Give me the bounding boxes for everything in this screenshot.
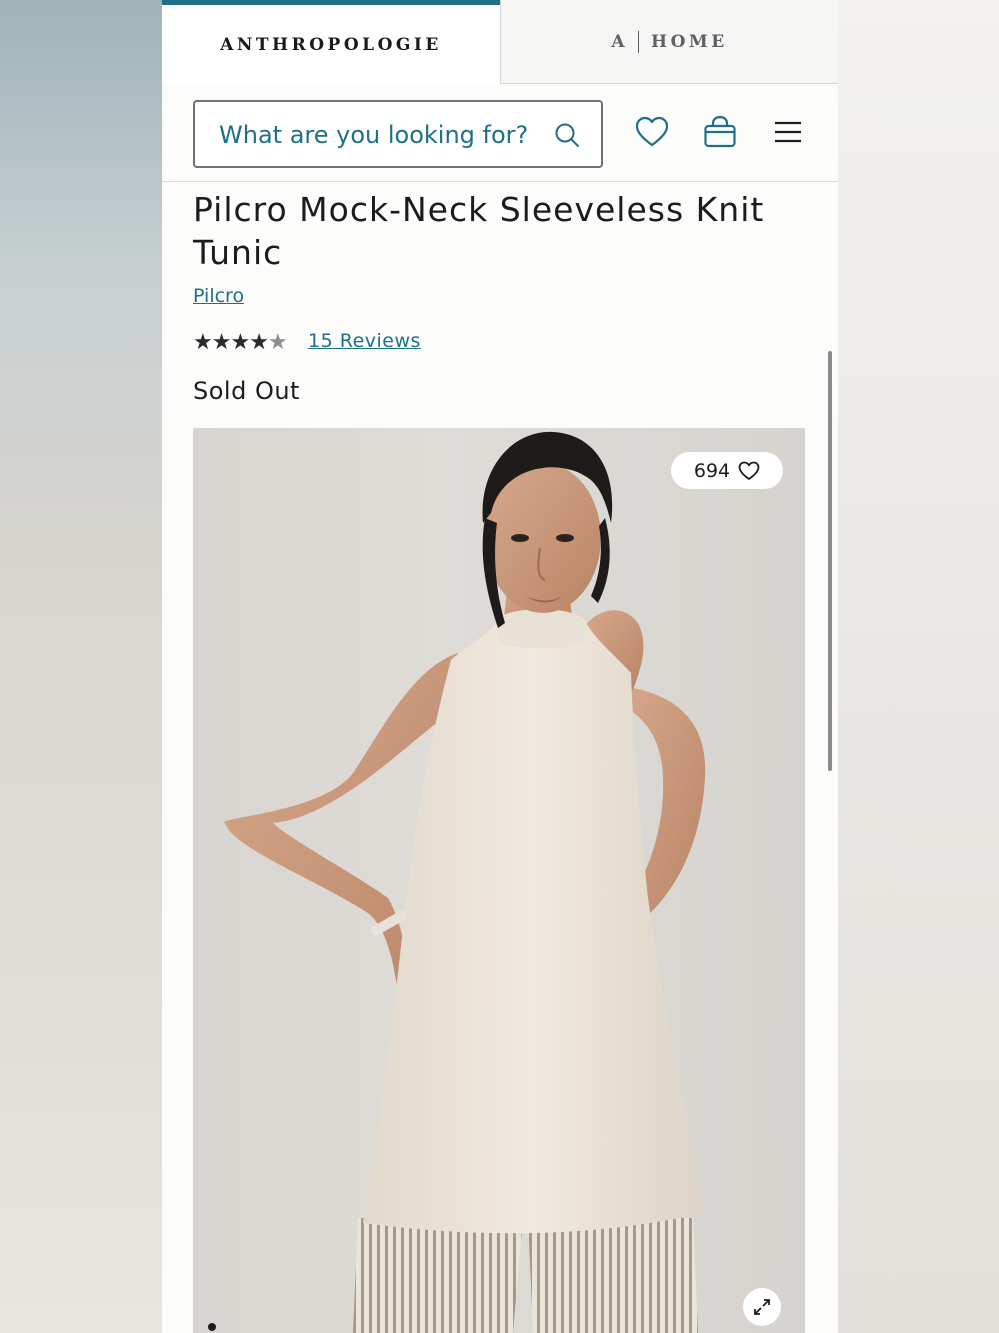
stock-status: Sold Out xyxy=(193,377,300,405)
model-photo xyxy=(224,431,706,1333)
product-brand-link[interactable]: Pilcro xyxy=(193,285,244,307)
tab-home-label: HOME xyxy=(651,31,728,52)
tab-anthropologie-label: ANTHROPOLOGIE xyxy=(220,34,442,55)
tab-a-home[interactable]: A HOME xyxy=(500,0,838,84)
star-empty-icon: ★ xyxy=(267,330,288,355)
product-title: Pilcro Mock-Neck Sleeveless Knit Tunic xyxy=(193,190,765,272)
star-filled-icon: ★ xyxy=(230,330,250,355)
shopping-bag-icon[interactable] xyxy=(702,114,738,150)
expand-image-button[interactable] xyxy=(743,1288,781,1326)
heart-icon[interactable] xyxy=(634,114,670,150)
reviews-link[interactable]: 15 Reviews xyxy=(308,330,421,352)
brand-tabs: ANTHROPOLOGIE A HOME xyxy=(162,0,838,84)
background-right xyxy=(838,0,999,1333)
search-box[interactable] xyxy=(193,100,603,168)
expand-arrows-icon xyxy=(754,1299,770,1315)
tab-anthropologie[interactable]: ANTHROPOLOGIE xyxy=(162,0,500,84)
favorite-count: 694 xyxy=(693,459,731,482)
star-filled-icon: ★ xyxy=(249,330,269,355)
scrollbar[interactable] xyxy=(828,351,832,771)
search-input[interactable] xyxy=(217,102,541,168)
rating-stars[interactable]: ★★★★★ xyxy=(193,330,288,356)
heart-icon xyxy=(738,461,760,480)
site-header xyxy=(162,84,838,182)
carousel-dot-active[interactable] xyxy=(208,1323,216,1331)
search-icon[interactable] xyxy=(553,121,581,149)
page-viewport: ANTHROPOLOGIE A HOME Pilc xyxy=(162,0,838,1333)
star-filled-icon: ★ xyxy=(211,330,232,355)
tab-home-divider xyxy=(638,30,640,53)
product-image[interactable]: 694 xyxy=(193,428,805,1333)
favorite-count-button[interactable]: 694 xyxy=(671,452,783,489)
star-filled-icon: ★ xyxy=(193,330,213,355)
hamburger-menu-icon[interactable] xyxy=(770,114,806,150)
tab-home-prefix: A xyxy=(611,31,629,52)
background-left xyxy=(0,0,162,1333)
